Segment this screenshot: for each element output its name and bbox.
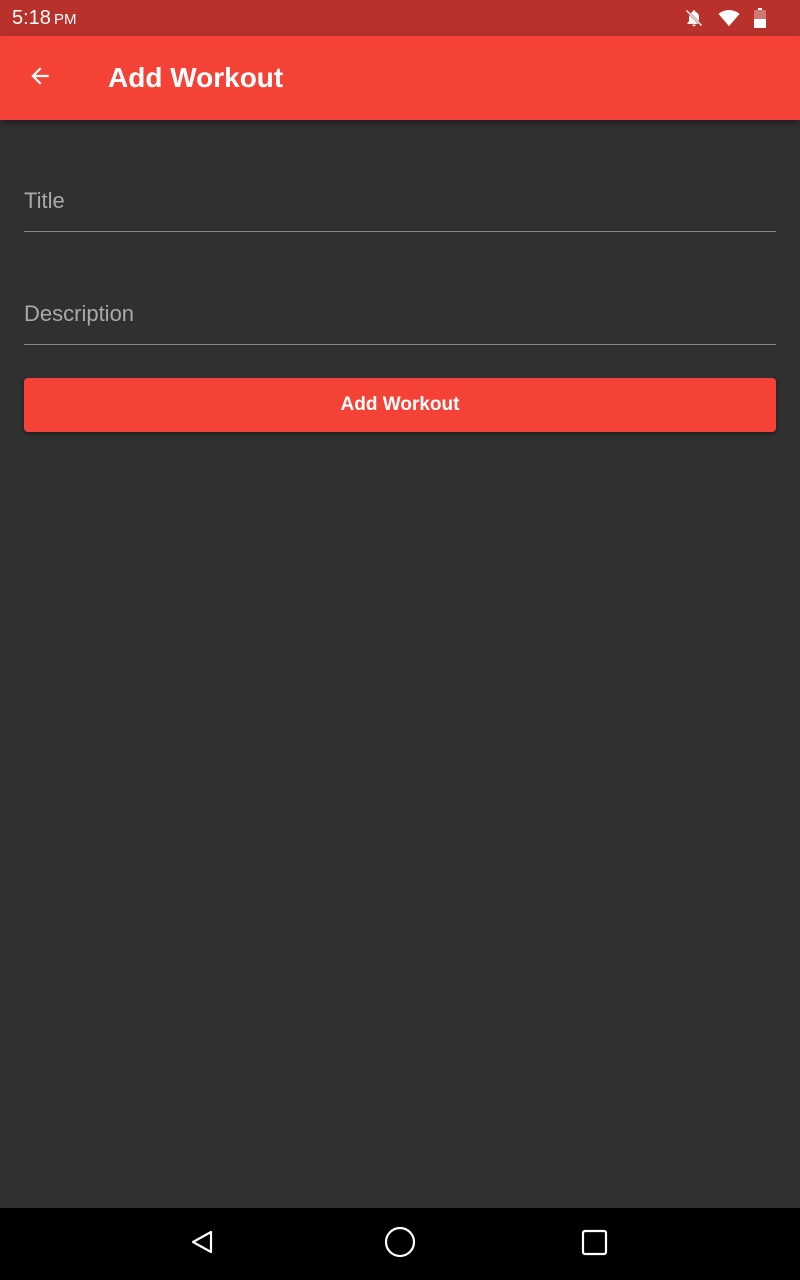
wifi-icon [718,8,740,28]
status-time: 5:18 PM [12,7,76,30]
nav-home-button[interactable] [382,1226,418,1262]
description-input[interactable] [24,283,776,345]
navigation-bar [0,1208,800,1280]
battery-icon [754,8,766,28]
arrow-back-icon [27,63,53,94]
notifications-off-icon [684,8,704,28]
status-bar: 5:18 PM [0,0,800,36]
add-workout-button[interactable]: Add Workout [24,378,776,432]
title-field-container [24,170,776,234]
app-bar: Add Workout [0,36,800,120]
page-title: Add Workout [108,62,284,93]
nav-home-icon [383,1225,417,1264]
back-button[interactable] [16,54,64,102]
status-time-ampm: PM [53,11,77,28]
status-icons [670,8,766,28]
nav-back-button[interactable] [184,1226,220,1262]
title-input[interactable] [24,170,776,232]
nav-recents-button[interactable] [576,1226,612,1262]
status-time-value: 5:18 [12,7,51,29]
nav-recents-icon [579,1227,609,1262]
nav-back-icon [187,1227,217,1262]
description-field-container [24,283,776,347]
